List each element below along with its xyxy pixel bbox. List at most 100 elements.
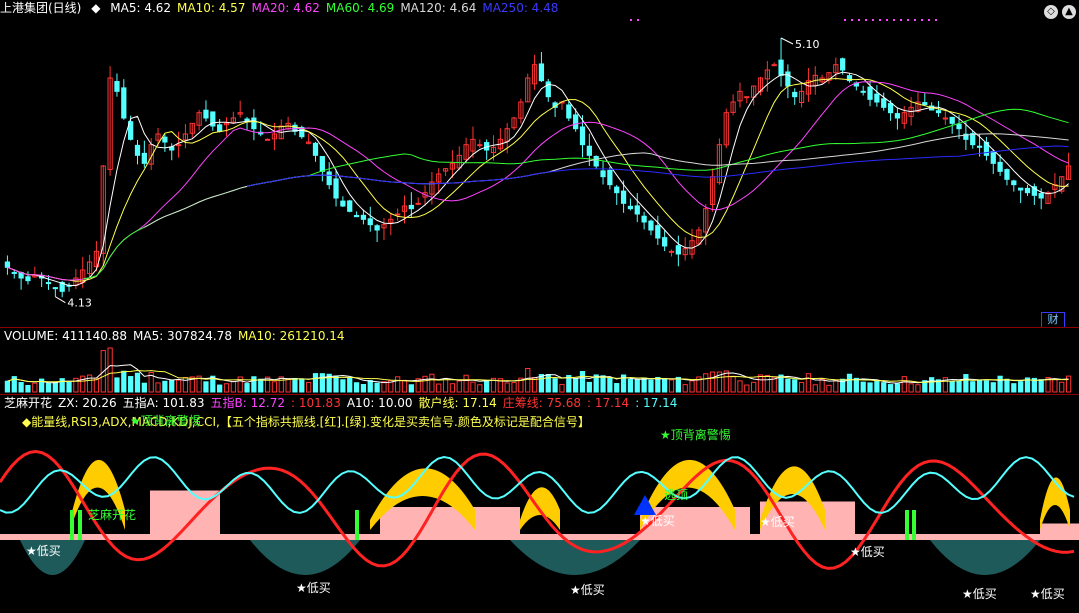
volume-bar bbox=[251, 376, 257, 393]
volume-bar bbox=[1052, 378, 1058, 393]
volume-bar bbox=[744, 384, 750, 393]
annotation-label: 逃顶 bbox=[664, 488, 688, 502]
candle-body bbox=[922, 102, 928, 106]
volume-bar bbox=[278, 376, 284, 393]
volume-bar bbox=[374, 382, 380, 393]
volume-bar bbox=[894, 383, 901, 393]
volume-bar bbox=[997, 375, 1003, 393]
volume-bar bbox=[614, 383, 620, 393]
ma-line bbox=[144, 133, 1069, 228]
volume-bar bbox=[32, 382, 38, 393]
volume-bar bbox=[312, 373, 319, 393]
volume-bar bbox=[798, 381, 805, 393]
volume-bar bbox=[217, 384, 223, 393]
volume-bar bbox=[18, 382, 24, 393]
volume-chart bbox=[4, 347, 1072, 393]
candle-body bbox=[778, 59, 784, 76]
volume-bar bbox=[4, 380, 11, 393]
volume-bar bbox=[709, 371, 716, 393]
high-pointer bbox=[780, 37, 794, 45]
volume-bar bbox=[929, 377, 935, 393]
annotation-label: ★低买 bbox=[296, 581, 331, 595]
volume-bar bbox=[511, 382, 517, 393]
volume-bar bbox=[299, 378, 305, 393]
volume-bar bbox=[901, 376, 907, 393]
finance-button[interactable]: 财 bbox=[1041, 312, 1065, 327]
energy-area bbox=[1040, 477, 1070, 530]
candle-body bbox=[867, 86, 873, 100]
volume-bar bbox=[449, 383, 456, 393]
volume-bar bbox=[128, 376, 134, 393]
volume-bar bbox=[949, 381, 955, 393]
candle-body bbox=[141, 152, 147, 164]
volume-bar bbox=[367, 380, 373, 393]
candle-body bbox=[408, 204, 414, 210]
candle-body bbox=[579, 126, 586, 146]
volume-bar bbox=[764, 374, 770, 393]
trough-area bbox=[250, 540, 360, 575]
volume-bar bbox=[271, 381, 278, 393]
annotation-label: ★顶背离警惕 bbox=[660, 427, 731, 442]
green-marker bbox=[905, 510, 909, 540]
low-label: 4.13 bbox=[67, 297, 92, 310]
marker-dot bbox=[886, 19, 888, 21]
volume-bar bbox=[1065, 375, 1072, 393]
marker-dot bbox=[928, 19, 930, 21]
candle-body bbox=[620, 190, 627, 204]
volume-bar bbox=[559, 383, 565, 393]
candle-body bbox=[894, 113, 901, 119]
volume-bar bbox=[134, 372, 141, 393]
volume-bar bbox=[292, 377, 298, 393]
candle-body bbox=[566, 104, 572, 119]
volume-bar bbox=[59, 378, 65, 393]
candle-body bbox=[175, 144, 182, 147]
candle-body bbox=[477, 144, 483, 147]
candle-body bbox=[792, 91, 798, 98]
pink-block bbox=[1040, 523, 1079, 540]
volume-bar bbox=[689, 380, 695, 393]
volume-bar bbox=[340, 379, 346, 393]
volume-bar bbox=[853, 377, 859, 393]
volume-panel[interactable]: VOLUME: 411140.88 MA5: 307824.78 MA10: 261… bbox=[0, 328, 1079, 394]
high-label: 5.10 bbox=[795, 38, 820, 51]
annotation-label: ★低买 bbox=[850, 545, 885, 559]
volume-bar bbox=[538, 374, 545, 393]
volume-bar bbox=[819, 378, 825, 393]
candle-body bbox=[367, 218, 373, 226]
marker-dot bbox=[921, 19, 923, 21]
candle-body bbox=[244, 118, 250, 122]
volume-bar bbox=[990, 382, 996, 393]
volume-bar bbox=[230, 380, 236, 393]
candle-body bbox=[785, 71, 791, 87]
candle-body bbox=[641, 215, 647, 223]
volume-bar bbox=[792, 379, 798, 393]
candle-body bbox=[415, 202, 421, 205]
volume-bar bbox=[353, 382, 360, 393]
annotation-label: ★低买 bbox=[570, 583, 605, 597]
indicator-panel[interactable]: 芝麻开花 ZX: 20.26 五指A: 101.83 五指B: 12.72: 101.… bbox=[0, 395, 1079, 613]
candle-body bbox=[607, 169, 613, 186]
volume-bar bbox=[579, 370, 586, 393]
price-panel[interactable]: 上港集团(日线) ◆ MA5: 4.62 MA10: 4.57 MA20: 4.62… bbox=[0, 0, 1079, 327]
volume-bar bbox=[484, 380, 490, 393]
candle-body bbox=[353, 215, 360, 218]
annotation-label: ★顶背离警惕 bbox=[130, 413, 201, 428]
candle-body bbox=[1038, 193, 1044, 199]
volume-bar bbox=[785, 378, 791, 393]
volume-bar bbox=[545, 374, 551, 393]
candle-body bbox=[1011, 180, 1017, 186]
marker-dot bbox=[637, 19, 639, 21]
annotation-label: ★低买 bbox=[962, 587, 997, 601]
marker-dot bbox=[630, 19, 632, 21]
candle-body bbox=[251, 117, 257, 130]
volume-bar bbox=[703, 373, 709, 393]
candle-body bbox=[675, 245, 681, 255]
volume-bar bbox=[908, 383, 914, 393]
volume-bar bbox=[915, 384, 921, 393]
volume-bar bbox=[504, 382, 510, 393]
candle-body bbox=[990, 150, 996, 164]
candle-body bbox=[600, 170, 606, 178]
candle-body bbox=[634, 205, 640, 215]
volume-bar bbox=[360, 383, 367, 393]
candle-body bbox=[970, 133, 976, 146]
